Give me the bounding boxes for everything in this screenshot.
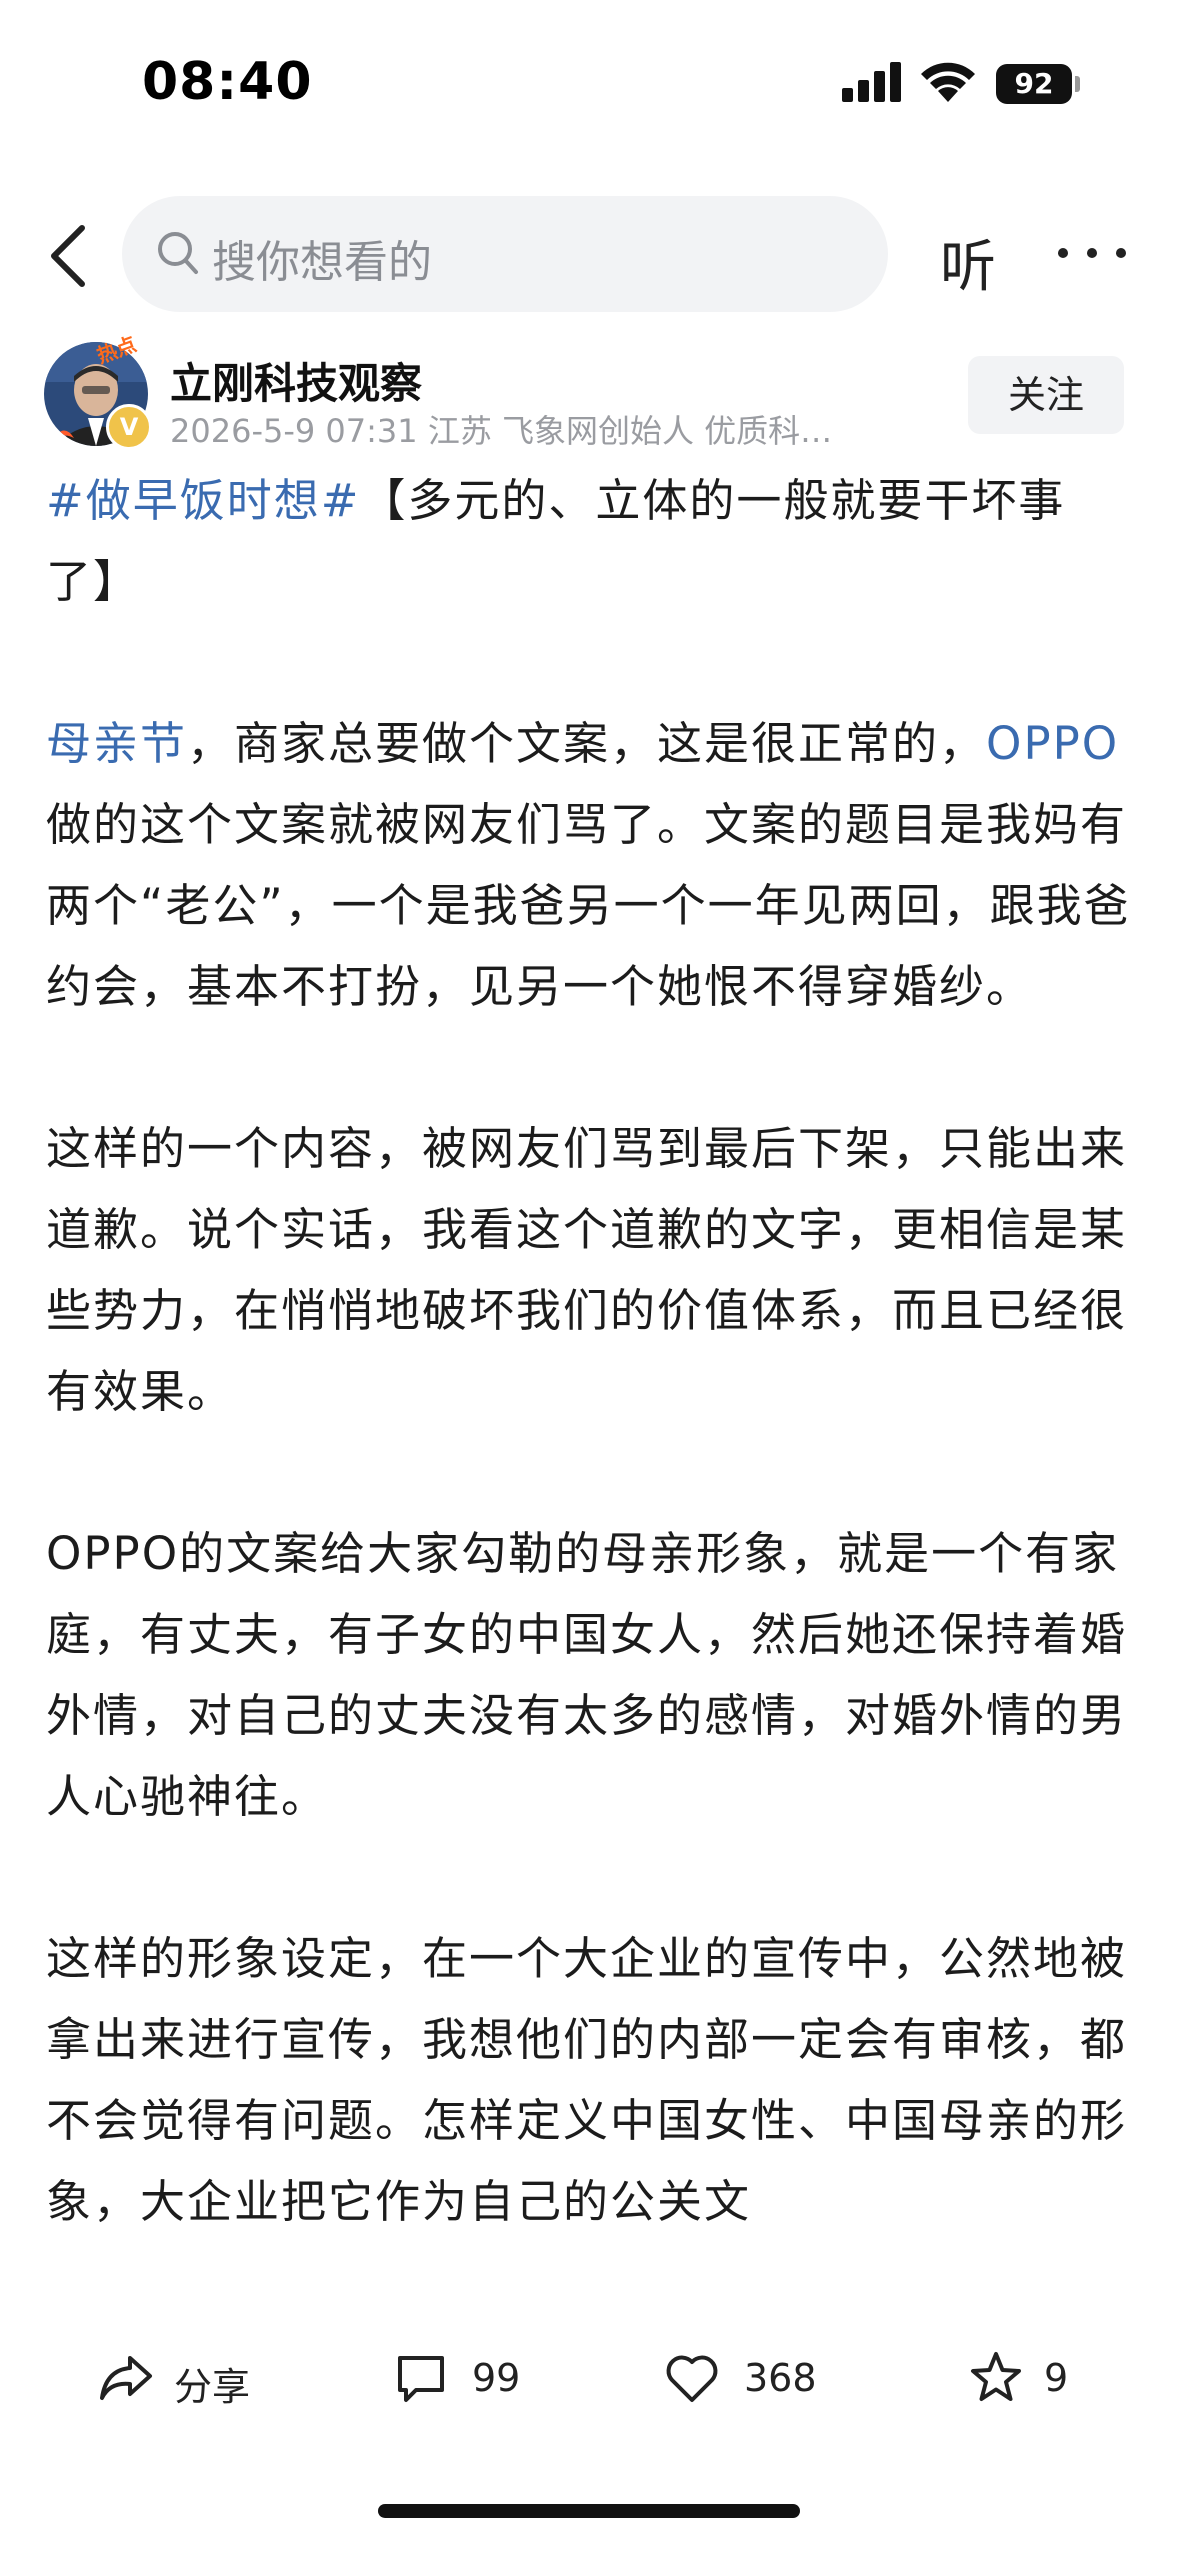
comment-count: 99 <box>472 2356 521 2400</box>
status-bar: 08:40 92 <box>0 0 1179 170</box>
action-bar: 分享 99 368 9 <box>0 2320 1179 2430</box>
author-row: 热点 V 立刚科技观察 2026-5-9 07:31 江苏 飞象网创始人 优质科… <box>0 332 1179 460</box>
search-icon <box>158 232 198 274</box>
like-button[interactable]: 368 <box>664 2350 834 2406</box>
article-body: #做早饭时想#【多元的、立体的一般就要干坏事了】 母亲节，商家总要做个文案，这是… <box>46 460 1136 2242</box>
paragraph-1-text-a: ，商家总要做个文案，这是很正常的， <box>187 717 987 770</box>
hashtag-link[interactable]: #做早饭时想# <box>46 474 360 527</box>
back-icon[interactable] <box>46 224 94 288</box>
comment-icon <box>398 2356 444 2402</box>
mothers-day-link[interactable]: 母亲节 <box>46 717 187 770</box>
share-icon <box>100 2356 152 2400</box>
search-input[interactable]: 搜你想看的 <box>122 196 888 312</box>
status-time: 08:40 <box>142 52 313 112</box>
search-placeholder: 搜你想看的 <box>212 237 432 288</box>
paragraph-3: OPPO的文案给大家勾勒的母亲形象，就是一个有家庭，有丈夫，有子女的中国女人，然… <box>46 1527 1128 1823</box>
paragraph-2: 这样的一个内容，被网友们骂到最后下架，只能出来道歉。说个实话，我看这个道歉的文字… <box>46 1122 1128 1418</box>
favorite-count: 9 <box>1044 2356 1069 2400</box>
verified-badge: V <box>106 404 152 450</box>
favorite-button[interactable]: 9 <box>968 2350 1088 2406</box>
paragraph-1-text-b: 做的这个文案就被网友们骂了。文案的题目是我妈有两个“老公”，一个是我爸另一个一年… <box>46 798 1131 1013</box>
battery-indicator: 92 <box>996 64 1072 104</box>
home-indicator[interactable] <box>378 2504 800 2518</box>
wifi-icon <box>921 62 975 102</box>
signal-icon <box>842 62 901 102</box>
post-meta: 2026-5-9 07:31 江苏 飞象网创始人 优质科… <box>170 412 833 450</box>
like-icon <box>666 2355 718 2402</box>
favorite-icon <box>971 2352 1021 2401</box>
battery-tip <box>1075 76 1080 92</box>
paragraph-1: 母亲节，商家总要做个文案，这是很正常的，OPPO 做的这个文案就被网友们骂了。文案… <box>46 703 1136 1027</box>
share-button[interactable]: 分享 <box>98 2350 268 2409</box>
follow-button[interactable]: 关注 <box>968 356 1124 434</box>
author-name[interactable]: 立刚科技观察 <box>170 350 422 411</box>
oppo-link[interactable]: OPPO <box>986 717 1119 770</box>
comment-button[interactable]: 99 <box>394 2350 554 2406</box>
listen-button[interactable]: 听 <box>940 222 996 303</box>
share-label: 分享 <box>174 2365 251 2409</box>
like-count: 368 <box>744 2356 817 2400</box>
top-bar: 搜你想看的 听 <box>0 196 1179 316</box>
paragraph-4: 这样的形象设定，在一个大企业的宣传中，公然地被拿出来进行宣传，我想他们的内部一定… <box>46 1932 1128 2228</box>
more-icon[interactable] <box>1058 248 1126 264</box>
article-title: #做早饭时想#【多元的、立体的一般就要干坏事了】 <box>46 460 1136 622</box>
